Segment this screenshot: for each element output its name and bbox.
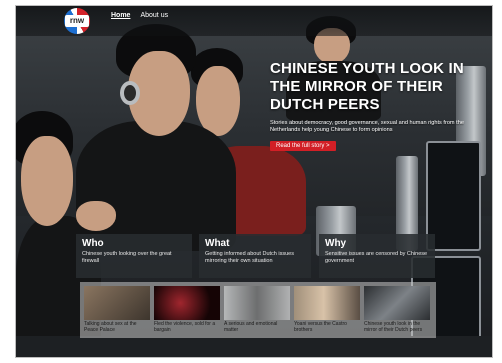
info-box-title: Who bbox=[82, 238, 104, 249]
video-image bbox=[364, 286, 430, 320]
video-caption: Chinese youth look in the mirror of thei… bbox=[364, 321, 423, 333]
video-thumbnail-4[interactable]: Yoani versus the Castro brothers bbox=[294, 286, 360, 334]
video-thumbnail-5[interactable]: Chinese youth look in the mirror of thei… bbox=[364, 286, 430, 334]
video-caption: Fled the violence, sold for a bargain bbox=[154, 321, 216, 333]
read-full-story-button[interactable]: Read the full story > bbox=[270, 141, 336, 151]
video-image bbox=[154, 286, 220, 320]
video-thumbnail-3[interactable]: A serious and emotional matter bbox=[224, 286, 290, 334]
info-box-text: Sensitive issues are censored by Chinese… bbox=[325, 251, 428, 264]
main-nav: Home About us bbox=[111, 12, 168, 19]
info-box-who: Who Chinese youth looking over the great… bbox=[76, 234, 192, 278]
video-image bbox=[224, 286, 290, 320]
info-box-text: Chinese youth looking over the great fir… bbox=[82, 251, 172, 264]
video-thumbnail-2[interactable]: Fled the violence, sold for a bargain bbox=[154, 286, 220, 334]
logo-text: rnw bbox=[65, 15, 89, 27]
info-box-title: What bbox=[205, 238, 230, 249]
video-thumbnail-1[interactable]: Talking about sex at the Peace Palace bbox=[84, 286, 150, 334]
top-navigation-bar: rnw Home About us bbox=[16, 6, 492, 36]
page-frame: rnw Home About us CHINESE YOUTH LOOK IN … bbox=[15, 5, 493, 358]
nav-about-link[interactable]: About us bbox=[140, 12, 168, 19]
hero-description: Stories about democracy, good governance… bbox=[270, 120, 464, 133]
info-box-text: Getting informed about Dutch issues mirr… bbox=[205, 251, 294, 264]
info-box-why: Why Sensitive issues are censored by Chi… bbox=[319, 234, 435, 278]
video-caption: Talking about sex at the Peace Palace bbox=[84, 321, 137, 333]
video-caption: A serious and emotional matter bbox=[224, 321, 278, 333]
rnw-logo[interactable]: rnw bbox=[64, 8, 90, 34]
nav-home-link[interactable]: Home bbox=[111, 12, 130, 19]
info-box-title: Why bbox=[325, 238, 347, 249]
video-strip: Talking about sex at the Peace Palace Fl… bbox=[80, 282, 436, 338]
hero-headline-block: CHINESE YOUTH LOOK IN THE MIRROR OF THEI… bbox=[270, 60, 492, 152]
video-image bbox=[294, 286, 360, 320]
video-caption: Yoani versus the Castro brothers bbox=[294, 321, 347, 333]
info-box-what: What Getting informed about Dutch issues… bbox=[199, 234, 311, 278]
hero-title: CHINESE YOUTH LOOK IN THE MIRROR OF THEI… bbox=[270, 60, 464, 113]
video-image bbox=[84, 286, 150, 320]
